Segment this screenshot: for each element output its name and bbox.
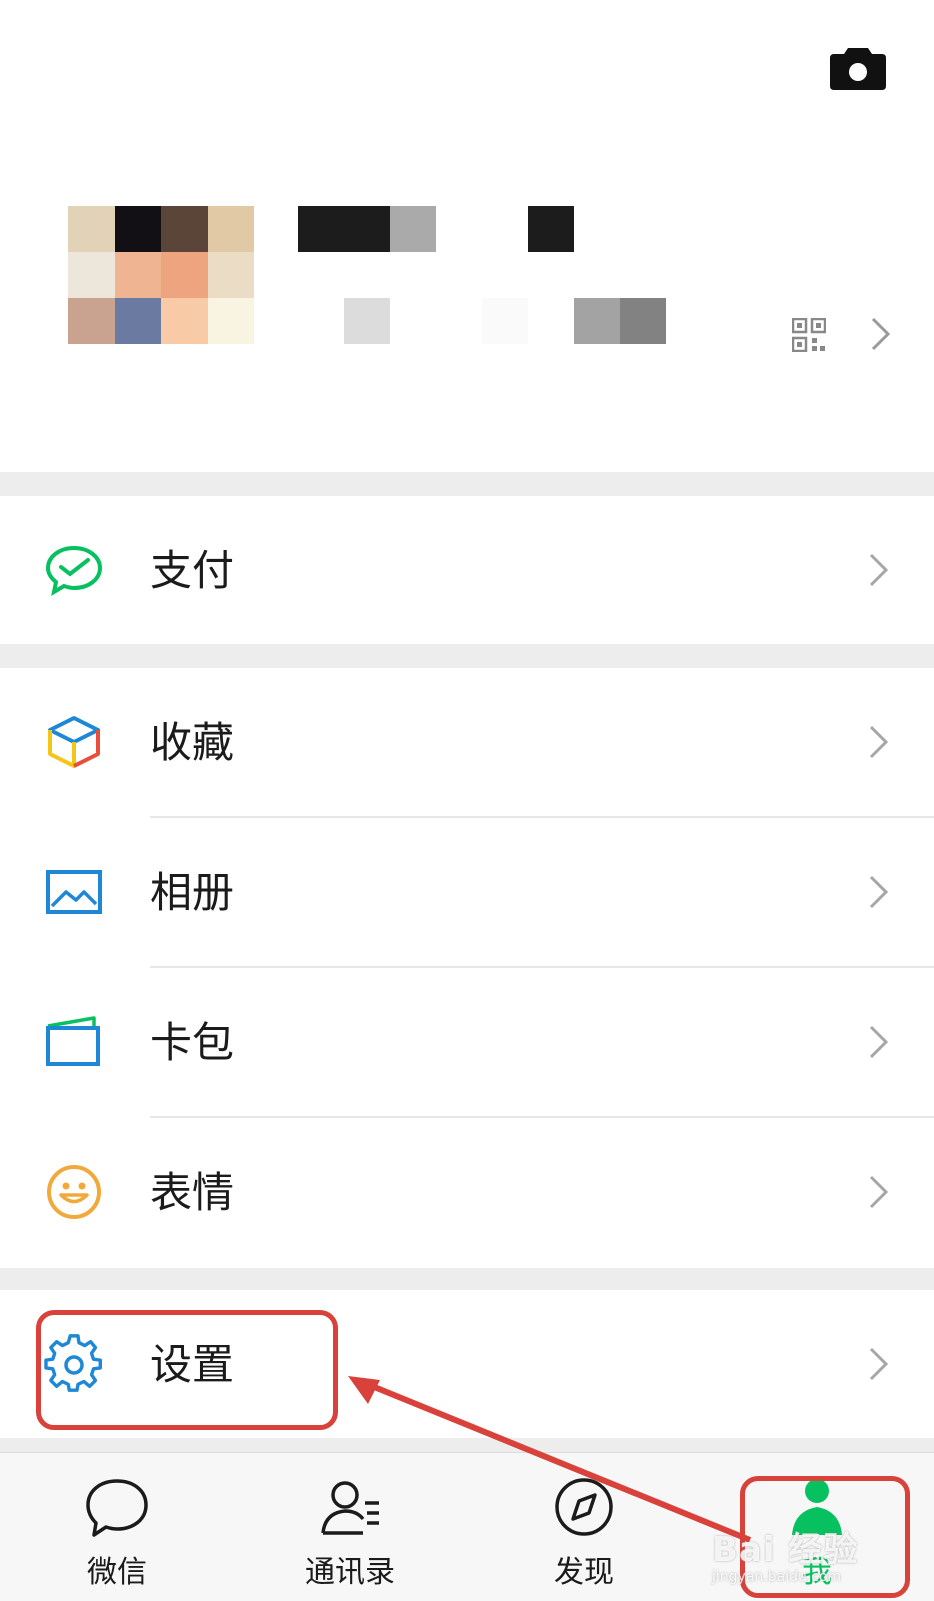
wechat-pay-icon	[45, 545, 103, 597]
menu-item-cards[interactable]: 卡包	[0, 968, 934, 1116]
chevron-right-icon	[869, 875, 889, 909]
tab-contacts-label: 通讯录	[305, 1555, 395, 1590]
chat-bubble-icon	[86, 1479, 148, 1537]
highlight-box-settings	[36, 1310, 338, 1430]
highlight-box-me-tab	[740, 1476, 910, 1598]
chevron-right-icon	[869, 1347, 889, 1381]
menu-item-stickers[interactable]: 表情	[0, 1118, 934, 1266]
menu-item-album[interactable]: 相册	[0, 818, 934, 966]
menu-item-album-label: 相册	[150, 868, 235, 917]
menu-item-cards-label: 卡包	[150, 1018, 235, 1067]
camera-icon[interactable]	[830, 44, 886, 90]
tab-chats[interactable]: 微信	[37, 1453, 197, 1601]
menu-item-favorites[interactable]: 收藏	[0, 668, 934, 816]
menu-item-pay[interactable]: 支付	[0, 496, 934, 644]
cube-icon	[48, 716, 100, 768]
card-wallet-icon	[46, 1016, 100, 1066]
smiley-icon	[47, 1165, 101, 1219]
chevron-right-icon[interactable]	[870, 316, 892, 352]
avatar[interactable]	[68, 206, 254, 344]
chevron-right-icon	[869, 553, 889, 587]
photo-album-icon	[46, 870, 102, 914]
menu-item-stickers-label: 表情	[150, 1168, 235, 1217]
tab-chats-label: 微信	[87, 1555, 147, 1590]
annotation-arrow	[348, 1376, 752, 1543]
menu-item-pay-label: 支付	[150, 546, 235, 595]
menu-group-main: 收藏 相册 卡包 表情	[0, 668, 934, 1268]
profile-header	[0, 0, 934, 472]
chevron-right-icon	[869, 725, 889, 759]
menu-group-pay: 支付	[0, 496, 934, 644]
chevron-right-icon	[869, 1175, 889, 1209]
qr-code-icon[interactable]	[792, 318, 826, 352]
tab-discover-label: 发现	[554, 1555, 614, 1590]
menu-item-favorites-label: 收藏	[150, 718, 235, 767]
chevron-right-icon	[869, 1025, 889, 1059]
